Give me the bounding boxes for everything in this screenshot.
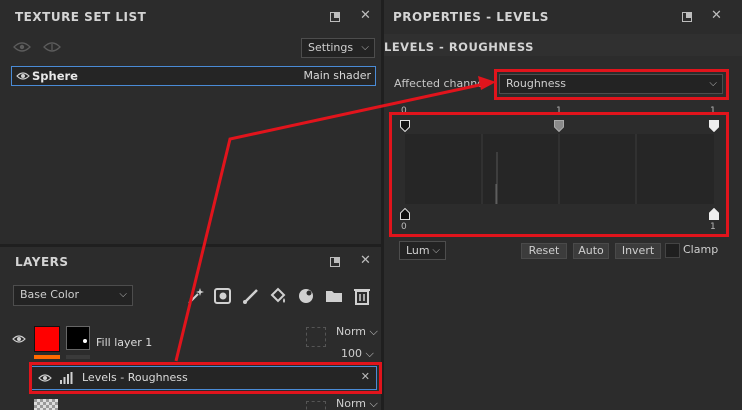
highlight-arrow: [174, 76, 496, 362]
